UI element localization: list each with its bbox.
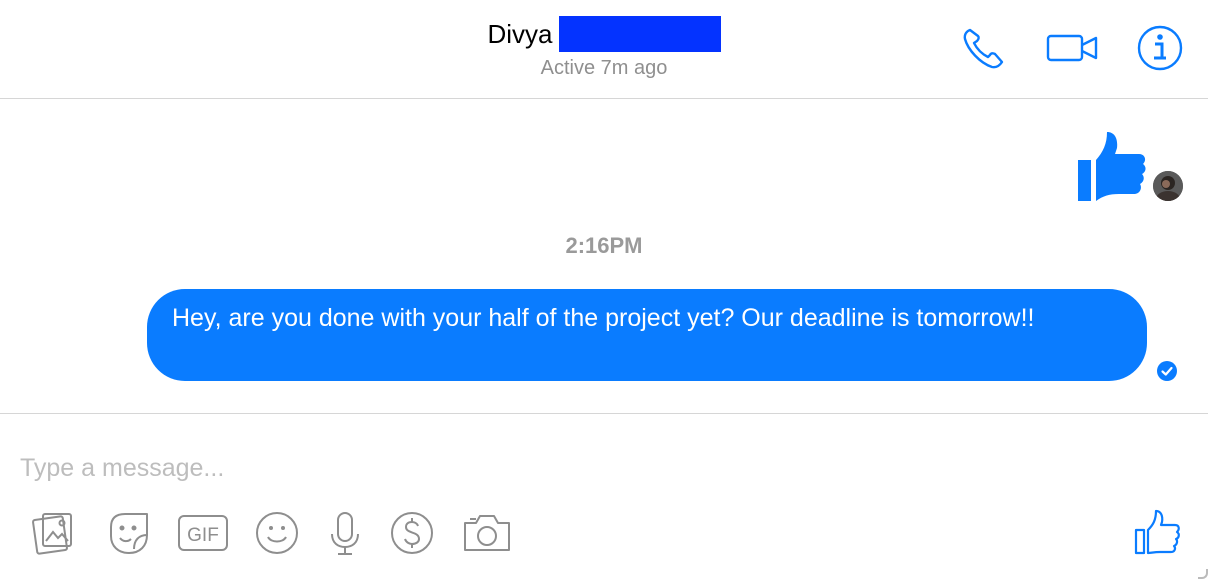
info-icon[interactable] [1136,24,1184,72]
conversation-header: Divya Active 7m ago [0,0,1208,99]
camera-icon[interactable] [462,510,512,556]
message-input[interactable] [20,448,1180,488]
emoji-icon[interactable] [254,510,300,556]
contact-name-row: Divya [0,14,1208,53]
outgoing-message-bubble[interactable]: Hey, are you done with your half of the … [147,289,1147,381]
video-camera-icon[interactable] [1046,24,1100,72]
microphone-icon[interactable] [322,510,368,556]
thumbs-up-icon [1075,130,1149,202]
send-like-button[interactable] [1133,508,1181,556]
avatar [1153,171,1183,201]
resize-handle[interactable] [1198,569,1208,579]
thumbs-up-icon [1134,509,1180,555]
gif-icon[interactable]: GIF [177,510,229,556]
delivered-check-icon [1157,361,1177,381]
message-composer: GIF [0,413,1208,579]
gif-label: GIF [187,525,219,546]
phone-icon[interactable] [960,24,1008,72]
payment-icon[interactable] [389,510,435,556]
sticker-icon[interactable] [106,510,152,556]
photo-icon[interactable] [31,510,77,556]
contact-name: Divya [487,19,553,50]
redaction-box [558,16,721,53]
active-status: Active 7m ago [540,57,668,79]
message-timestamp: 2:16PM [565,233,643,258]
message-thread: 2:16PM Hey, are you done with your half … [0,100,1208,413]
